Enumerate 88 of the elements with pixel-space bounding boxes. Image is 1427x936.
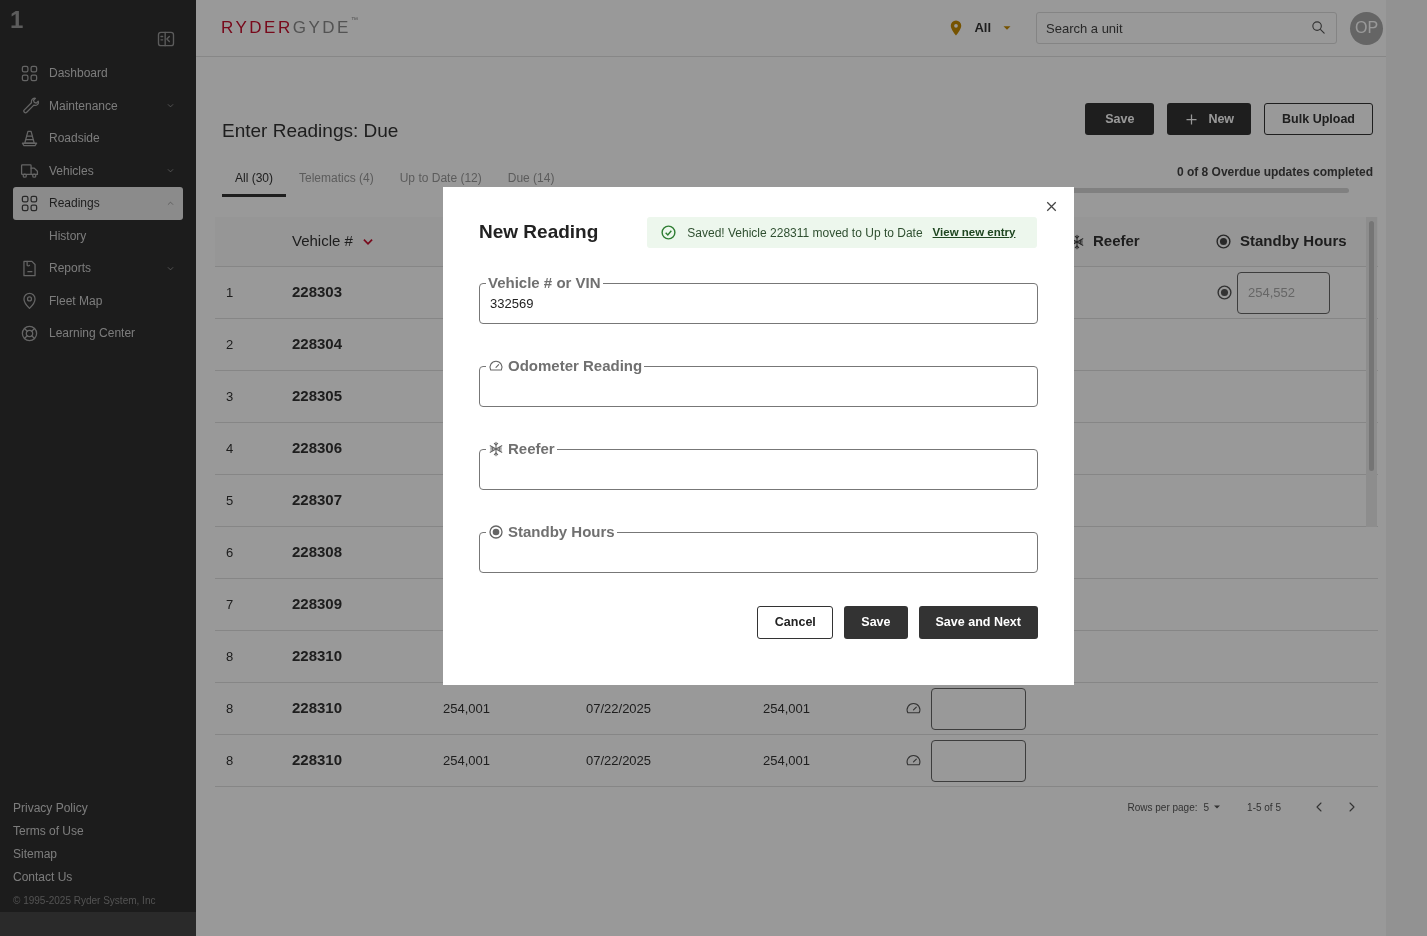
- grid-icon: [20, 63, 39, 83]
- table-cell-text: 228310: [292, 698, 344, 719]
- table-cell-text: 228304: [292, 334, 344, 355]
- table-cell-text: 228308: [292, 542, 344, 563]
- column-header[interactable]: Vehicle #: [292, 230, 353, 253]
- table-cell-text: 8: [225, 751, 235, 770]
- radio-icon: [1215, 233, 1232, 250]
- save-button[interactable]: Save: [1085, 103, 1155, 135]
- location-dropdown[interactable]: All: [947, 18, 1014, 38]
- field-label: Reefer: [508, 441, 555, 457]
- table-cell-text: 254,001: [443, 699, 491, 718]
- reading-input[interactable]: [931, 687, 1026, 730]
- input-field[interactable]: 332569: [486, 292, 1031, 315]
- scrollbar[interactable]: [1366, 217, 1377, 527]
- table-cell-text: 1: [225, 283, 235, 302]
- nav-item[interactable]: Dashboard: [13, 57, 183, 90]
- page-title: Enter Readings: Due: [222, 118, 399, 143]
- nav-item[interactable]: Roadside: [13, 122, 183, 155]
- footer-link[interactable]: Sitemap: [13, 846, 183, 863]
- text-field[interactable]: Odometer Reading: [479, 358, 1038, 407]
- table-cell-text: 228309: [292, 594, 344, 615]
- table-cell-text: 228310: [292, 750, 344, 771]
- nav-item[interactable]: Fleet Map: [13, 284, 183, 317]
- grid-icon: [20, 193, 39, 213]
- new-button[interactable]: New: [1167, 103, 1252, 135]
- field-label: Standby Hours: [508, 524, 615, 540]
- snowflake-icon: [488, 441, 504, 457]
- footer-link[interactable]: Privacy Policy: [13, 800, 183, 817]
- column-header[interactable]: Standby Hours: [1240, 230, 1347, 253]
- table-cell-text: 228306: [292, 438, 344, 459]
- dialog-button[interactable]: Cancel: [757, 606, 834, 639]
- dialog-button[interactable]: Save: [844, 606, 908, 639]
- table-cell-text: 6: [225, 543, 235, 562]
- search-field[interactable]: Search a unit: [1036, 12, 1337, 44]
- table-cell-text: 7: [225, 595, 235, 614]
- location-pin-icon: [20, 291, 39, 311]
- page-range: 1-5 of 5: [1247, 800, 1281, 815]
- reading-input[interactable]: [931, 739, 1026, 782]
- nav-item[interactable]: Maintenance: [13, 89, 183, 122]
- table-cell-text: 228310: [292, 646, 344, 667]
- table-cell-text: 5: [225, 491, 235, 510]
- nav-item[interactable]: Learning Center: [13, 317, 183, 350]
- column-header[interactable]: Reefer: [1093, 230, 1140, 253]
- gauge-icon: [488, 358, 504, 374]
- table-cell-text: 2: [225, 335, 235, 354]
- check-circle-icon: [660, 224, 678, 241]
- dialog-title: New Reading: [479, 220, 599, 245]
- nav-subitem[interactable]: History: [13, 219, 183, 252]
- cone-icon: [20, 128, 39, 148]
- wrench-icon: [20, 96, 39, 116]
- nav-item[interactable]: Readings: [13, 187, 183, 220]
- nav-item[interactable]: Vehicles: [13, 154, 183, 187]
- collapse-sidebar-icon: [156, 29, 176, 49]
- field-label: Odometer Reading: [508, 358, 643, 374]
- table-cell-text: 07/22/2025: [586, 751, 653, 770]
- table-cell-text: 254,001: [763, 699, 811, 718]
- footer-link[interactable]: Contact Us: [13, 869, 183, 886]
- table-cell-text: 8: [225, 647, 235, 666]
- dialog-button[interactable]: Save and Next: [918, 606, 1038, 639]
- text-field[interactable]: Standby Hours: [479, 524, 1038, 573]
- truck-icon: [20, 161, 39, 181]
- report-icon: [20, 258, 39, 278]
- lifebuoy-icon: [20, 323, 39, 343]
- nav-item[interactable]: Reports: [13, 252, 183, 285]
- table-cell-text: 228305: [292, 386, 344, 407]
- footer-link[interactable]: Terms of Use: [13, 823, 183, 840]
- tab[interactable]: All (30): [222, 161, 286, 197]
- field-label: Vehicle # or VIN: [488, 275, 601, 291]
- upload-button[interactable]: Bulk Upload: [1264, 103, 1373, 135]
- brand-mark: 1: [10, 6, 24, 34]
- progress-text: 0 of 8 Overdue updates completed: [1176, 164, 1373, 181]
- search-icon: [1310, 19, 1327, 36]
- text-field[interactable]: Reefer: [479, 441, 1038, 490]
- view-entry-link[interactable]: View new entry: [932, 223, 1016, 242]
- table-cell-text: 07/22/2025: [586, 699, 653, 718]
- rows-per-page-label: Rows per page:: [1127, 800, 1198, 815]
- table-cell-text: 4: [225, 439, 235, 458]
- radio-icon: [1216, 284, 1233, 301]
- alert-message: Saved! Vehicle 228311 moved to Up to Date: [687, 224, 923, 242]
- table-cell-text: 254,001: [443, 751, 491, 770]
- table-cell-text: 8: [225, 699, 235, 718]
- table-cell-text: 3: [225, 387, 235, 406]
- table-cell-text: 228307: [292, 490, 344, 511]
- table-cell-text: 228303: [292, 282, 344, 303]
- table-cell-text: 254,001: [763, 751, 811, 770]
- text-field[interactable]: Vehicle # or VIN 332569: [479, 275, 1038, 324]
- rows-per-page-dropdown[interactable]: 5: [1203, 799, 1224, 815]
- radio-icon: [488, 524, 504, 540]
